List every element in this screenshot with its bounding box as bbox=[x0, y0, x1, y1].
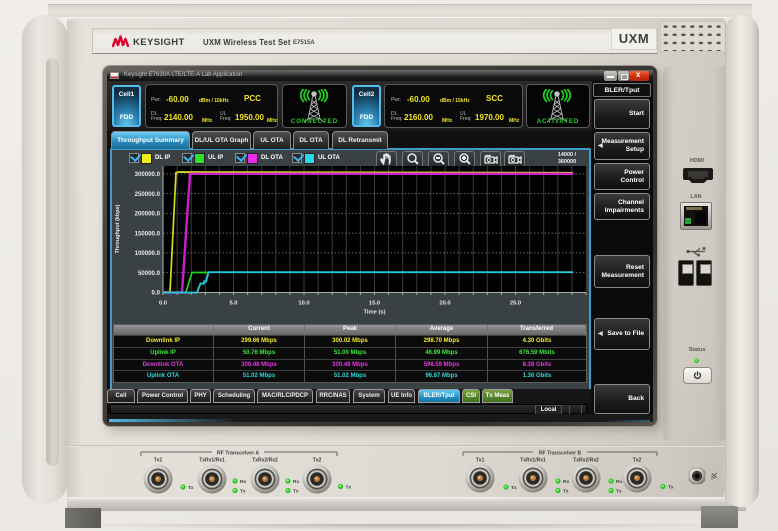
svg-text:Tx: Tx bbox=[563, 489, 569, 495]
svg-text:0.0: 0.0 bbox=[159, 301, 167, 307]
svg-text:RF Transceiver A: RF Transceiver A bbox=[217, 451, 259, 457]
svg-text:Rx: Rx bbox=[563, 479, 569, 485]
svg-text:Tx: Tx bbox=[293, 489, 299, 495]
svg-text:Tx: Tx bbox=[511, 485, 517, 491]
svg-text:TxRx2/Rx2: TxRx2/Rx2 bbox=[573, 458, 599, 464]
svg-text:0.0: 0.0 bbox=[152, 290, 161, 297]
svg-text:25.0: 25.0 bbox=[510, 301, 521, 307]
svg-text:20.0: 20.0 bbox=[439, 301, 450, 307]
svg-text:Tx2: Tx2 bbox=[633, 458, 642, 464]
svg-text:100000.0: 100000.0 bbox=[135, 250, 161, 257]
svg-text:Rx: Rx bbox=[240, 479, 246, 485]
svg-text:250000.0: 250000.0 bbox=[135, 191, 161, 198]
svg-text:Tx1: Tx1 bbox=[154, 458, 163, 464]
svg-text:150000.0: 150000.0 bbox=[135, 230, 161, 237]
svg-text:10.0: 10.0 bbox=[298, 301, 309, 307]
svg-text:Tx2: Tx2 bbox=[313, 458, 322, 464]
svg-text:200000.0: 200000.0 bbox=[135, 211, 161, 218]
svg-text:Tx: Tx bbox=[346, 485, 352, 491]
svg-text:Time (s): Time (s) bbox=[363, 310, 385, 316]
svg-text:Tx: Tx bbox=[188, 485, 194, 491]
svg-text:TxRx1/Rx1: TxRx1/Rx1 bbox=[520, 458, 546, 464]
svg-text:Tx: Tx bbox=[616, 489, 622, 495]
svg-text:TxRx1/Rx1: TxRx1/Rx1 bbox=[199, 458, 225, 464]
svg-text:5.0: 5.0 bbox=[229, 301, 237, 307]
svg-text:15.0: 15.0 bbox=[369, 301, 380, 307]
svg-text:Tx: Tx bbox=[240, 489, 246, 495]
svg-text:TxRx2/Rx2: TxRx2/Rx2 bbox=[252, 458, 278, 464]
svg-text:Throughput (kbps): Throughput (kbps) bbox=[115, 204, 121, 253]
svg-text:300000.0: 300000.0 bbox=[135, 171, 161, 178]
svg-text:Tx: Tx bbox=[668, 485, 674, 491]
svg-text:50000.0: 50000.0 bbox=[138, 270, 161, 277]
svg-text:Rx: Rx bbox=[293, 479, 299, 485]
svg-text:Tx1: Tx1 bbox=[476, 458, 485, 464]
svg-text:RF Transceiver B: RF Transceiver B bbox=[539, 451, 582, 457]
svg-text:Rx: Rx bbox=[616, 479, 622, 485]
